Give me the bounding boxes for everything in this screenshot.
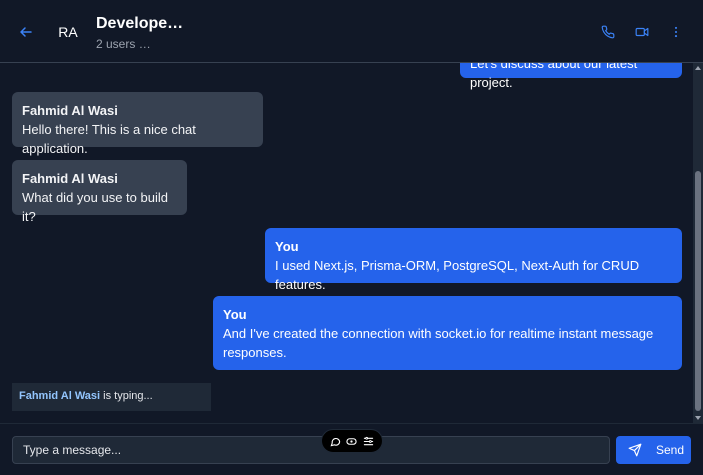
composer-divider [0,423,703,424]
filter-button[interactable] [362,434,376,448]
comment-button[interactable] [328,434,342,448]
message-text: What did you use to build it? [22,190,168,224]
more-vertical-icon [674,26,678,38]
message-scrollbar[interactable] [693,63,703,423]
message-sender: You [223,307,247,322]
message-bubble: Fahmid Al Wasi Hello there! This is a ni… [12,92,263,156]
send-button[interactable]: Send [616,436,691,464]
toggle-button[interactable] [345,434,359,448]
scroll-up-arrow-icon[interactable] [695,66,701,70]
message-bubble: You I used Next.js, Prisma-ORM, PostgreS… [265,228,682,292]
message-bubble: Fahmid Al Wasi What did you use to build… [12,160,187,224]
chat-title: Developers Chat [96,15,186,32]
message-list: Let's discuss about our latest project. … [0,63,693,423]
message-text: And I've created the connection with soc… [223,326,654,360]
message-sender: You [275,239,299,254]
typing-text: is typing... [100,390,153,402]
scroll-down-arrow-icon[interactable] [695,416,701,420]
call-button[interactable] [598,22,618,42]
phone-icon [601,25,615,39]
typing-indicator: Fahmid Al Wasi is typing... [12,383,211,411]
arrow-left-icon [20,27,32,37]
sliders-icon [363,436,374,445]
floating-toolbar [321,429,383,453]
video-call-button[interactable] [632,22,652,42]
message-text: I used Next.js, Prisma-ORM, PostgreSQL, … [275,258,640,292]
speech-bubble-icon [330,437,341,446]
chat-header: RA Developers Chat 2 users active [0,0,703,63]
chat-subtitle: 2 users active [96,37,156,51]
eye-toggle-icon [346,437,358,445]
message-sender: Fahmid Al Wasi [22,103,118,118]
scroll-thumb[interactable] [695,171,701,411]
typing-user-name: Fahmid Al Wasi [19,390,101,402]
message-text: Hello there! This is a nice chat applica… [22,122,196,156]
send-label: Send [656,443,685,457]
video-icon [635,27,649,37]
message-input[interactable] [12,436,610,464]
more-options-button[interactable] [666,22,686,42]
message-bubble: You And I've created the connection with… [213,296,682,370]
message-text: Let's discuss about our latest project. [470,63,638,90]
back-button[interactable] [14,20,38,44]
chat-app: RA Developers Chat 2 users active Let's … [0,0,703,475]
message-sender: Fahmid Al Wasi [22,171,118,186]
message-bubble: Let's discuss about our latest project. [460,63,682,90]
avatar: RA [58,24,78,40]
send-icon [628,443,642,457]
